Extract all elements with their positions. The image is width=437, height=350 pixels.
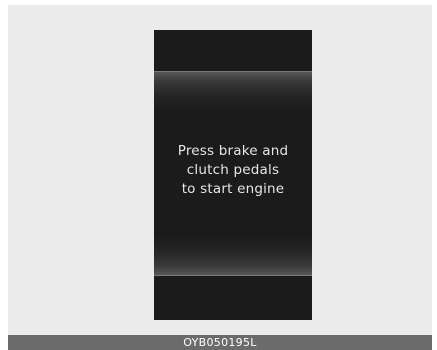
- figure-caption-bar: OYB050195L: [8, 335, 432, 350]
- instrument-cluster-display: Press brake and clutch pedals to start e…: [154, 30, 312, 320]
- display-bottom-band: [154, 236, 312, 276]
- figure-frame: Press brake and clutch pedals to start e…: [8, 5, 432, 335]
- display-top-band: [154, 71, 312, 111]
- message-line-3: to start engine: [181, 181, 285, 197]
- message-line-1: Press brake and: [177, 143, 289, 159]
- engine-start-message: Press brake and clutch pedals to start e…: [154, 142, 312, 199]
- message-line-2: clutch pedals: [186, 162, 280, 178]
- figure-code: OYB050195L: [183, 336, 257, 349]
